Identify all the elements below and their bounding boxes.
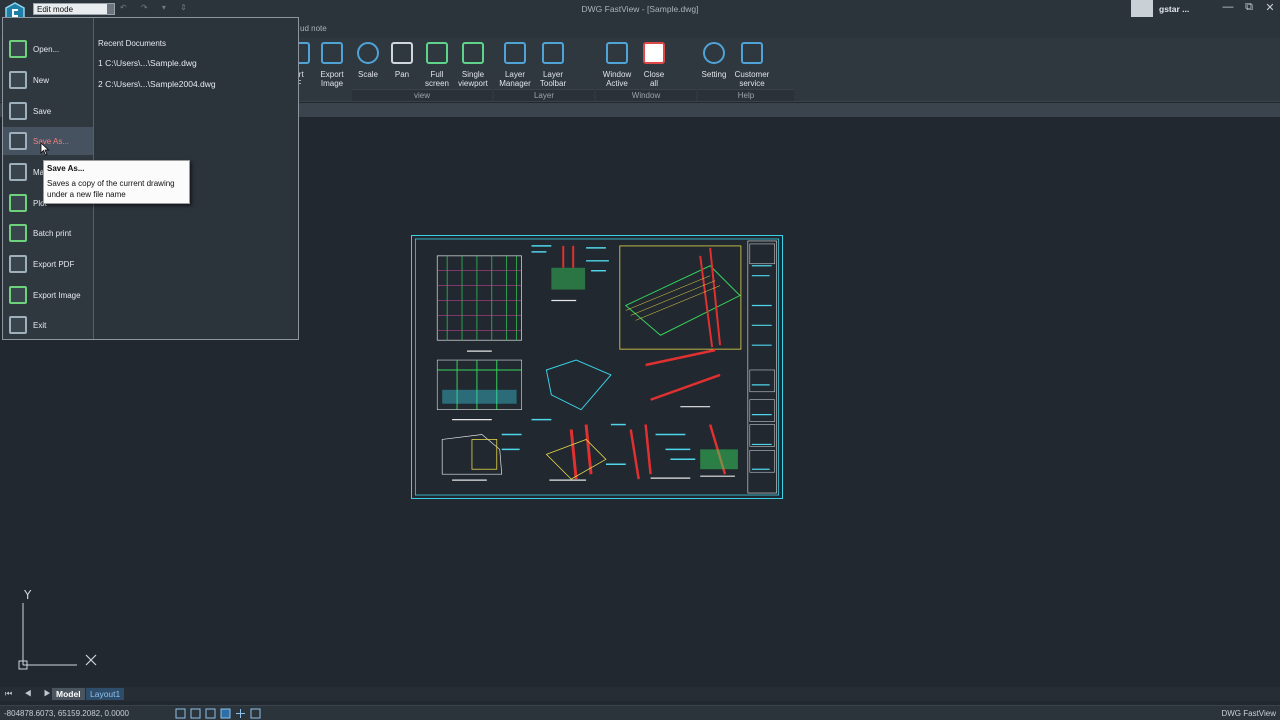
group-window: Window	[596, 89, 696, 101]
window-title: DWG FastView - [Sample.dwg]	[581, 4, 699, 14]
plot-icon	[9, 194, 27, 212]
minimize-button[interactable]: —	[1218, 1, 1238, 13]
recent-documents-title: Recent Documents	[98, 39, 167, 48]
viewport-icon	[462, 42, 484, 64]
menu-open[interactable]: Open...	[3, 35, 93, 63]
menu-save[interactable]: Save	[3, 97, 93, 125]
menu-batch-print-label: Batch print	[33, 229, 72, 238]
export-image-icon	[9, 286, 27, 304]
single-viewport-label: Single viewport	[458, 70, 488, 88]
open-icon	[9, 40, 27, 58]
menu-export-image[interactable]: Export Image	[3, 281, 93, 309]
menu-save-as-label: Save As...	[33, 137, 70, 146]
single-viewport-button[interactable]: Single viewport	[454, 42, 492, 88]
status-toggle-icons[interactable]	[175, 708, 265, 719]
layer-manager-button[interactable]: Layer Manager	[496, 42, 534, 88]
menu-save-label: Save	[33, 107, 52, 116]
export-image-icon	[321, 42, 343, 64]
group-view: view	[352, 89, 492, 101]
magnifier-icon	[357, 42, 379, 64]
export-image-label: Export Image	[320, 70, 344, 88]
tab-model[interactable]: Model	[52, 688, 85, 700]
status-app-name: DWG FastView	[1221, 709, 1276, 718]
setting-label: Setting	[701, 70, 727, 79]
group-layer: Layer	[494, 89, 594, 101]
layers-icon	[504, 42, 526, 64]
scale-label: Scale	[357, 70, 378, 79]
hand-icon	[391, 42, 413, 64]
batch-print-icon	[9, 224, 27, 242]
pan-button[interactable]: Pan	[383, 42, 421, 79]
scale-button[interactable]: Scale	[349, 42, 387, 79]
layer-toolbar-icon	[542, 42, 564, 64]
close-icon	[643, 42, 665, 64]
menu-new[interactable]: New	[3, 66, 93, 94]
title-bar: Edit mode ↶ ↷ ▾ ⇕ DWG FastView - [Sample…	[0, 0, 1280, 24]
layer-toolbar-label: Layer Toolbar	[539, 70, 567, 88]
menu-exit-label: Exit	[33, 321, 47, 330]
menu-exit[interactable]: Exit	[3, 311, 93, 339]
tab-layout1[interactable]: Layout1	[86, 688, 125, 700]
close-all-button[interactable]: Close all	[635, 42, 673, 88]
status-bar: -804878.6073, 65159.2082, 0.0000 DWG Fas…	[0, 705, 1280, 720]
menu-export-pdf[interactable]: Export PDF	[3, 250, 93, 278]
window-active-button[interactable]: Window Active	[598, 42, 636, 88]
new-icon	[9, 71, 27, 89]
ucs-axis-icon: Y	[18, 588, 97, 670]
edit-icon	[741, 42, 763, 64]
full-screen-icon	[426, 42, 448, 64]
layer-toolbar-button[interactable]: Layer Toolbar	[534, 42, 572, 88]
mouse-cursor-icon	[40, 142, 50, 156]
restore-button[interactable]: ⧉	[1239, 1, 1259, 14]
window-icon	[606, 42, 628, 64]
mail-icon	[9, 163, 27, 181]
setting-button[interactable]: Setting	[695, 42, 733, 79]
recent-document-2[interactable]: 2 C:\Users\...\Sample2004.dwg	[98, 79, 216, 89]
window-active-label: Window Active	[602, 70, 632, 88]
save-icon	[9, 102, 27, 120]
tooltip-title: Save As...	[47, 164, 85, 173]
gear-icon	[703, 42, 725, 64]
svg-text:Y: Y	[23, 588, 32, 602]
tooltip: Save As... Saves a copy of the current d…	[43, 160, 190, 204]
layout-tab-bar: ⏮ ◀ ▶ ⏭ Model Layout1	[0, 687, 1280, 701]
group-help: Help	[698, 89, 794, 101]
customer-service-label: Customer service	[734, 70, 770, 88]
tab-cloud-note[interactable]: ud note	[300, 24, 327, 33]
menu-export-image-label: Export Image	[33, 291, 81, 300]
full-screen-label: Full screen	[424, 70, 449, 88]
export-pdf-icon	[9, 255, 27, 273]
full-screen-button[interactable]: Full screen	[418, 42, 456, 88]
save-as-icon	[9, 132, 27, 150]
menu-batch-print[interactable]: Batch print	[3, 219, 93, 247]
exit-icon	[9, 316, 27, 334]
avatar[interactable]	[1131, 0, 1153, 17]
export-image-button[interactable]: Export Image	[313, 42, 351, 88]
tooltip-body: Saves a copy of the current drawing unde…	[47, 179, 175, 199]
recent-document-1[interactable]: 1 C:\Users\...\Sample.dwg	[98, 58, 197, 68]
menu-open-label: Open...	[33, 45, 60, 54]
coordinate-readout: -804878.6073, 65159.2082, 0.0000	[4, 709, 130, 718]
close-all-label: Close all	[643, 70, 665, 88]
user-name[interactable]: gstar ...	[1159, 4, 1189, 14]
close-button[interactable]: ✕	[1260, 1, 1280, 14]
menu-export-pdf-label: Export PDF	[33, 260, 75, 269]
menu-new-label: New	[33, 76, 50, 85]
layer-manager-label: Layer Manager	[499, 70, 531, 88]
customer-service-button[interactable]: Customer service	[733, 42, 771, 88]
drawing-sheet[interactable]	[411, 235, 783, 499]
pan-label: Pan	[394, 70, 410, 79]
